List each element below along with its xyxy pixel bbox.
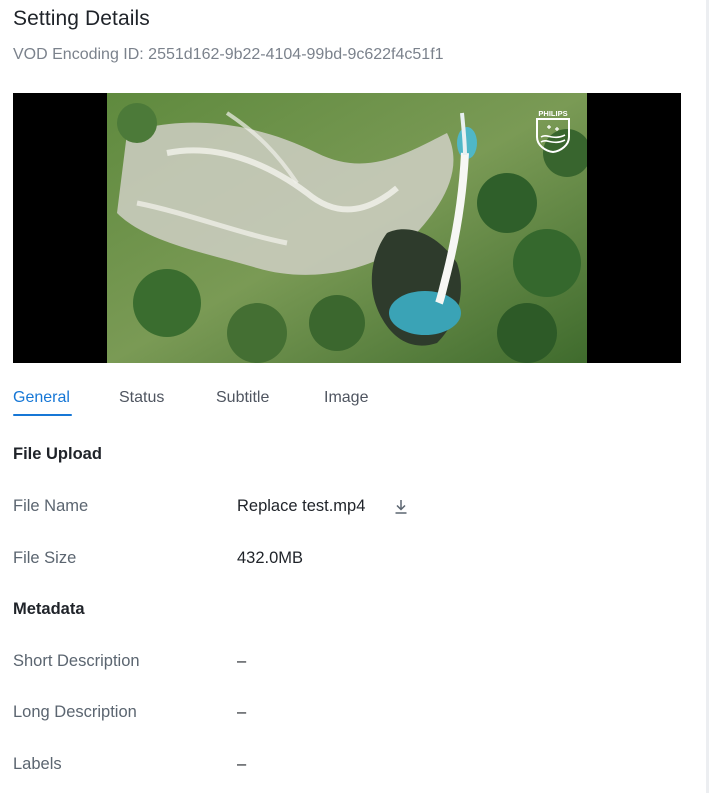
file-size-label: File Size — [13, 549, 77, 567]
detail-tabs: General Status Subtitle Image — [13, 384, 693, 418]
philips-logo: PHILIPS — [533, 107, 573, 154]
encoding-id: VOD Encoding ID: 2551d162-9b22-4104-99bd… — [13, 46, 444, 63]
labels-value: – — [237, 755, 247, 773]
page-title: Setting Details — [13, 7, 150, 30]
long-description-label: Long Description — [13, 703, 137, 721]
file-name-label: File Name — [13, 497, 89, 515]
tab-status[interactable]: Status — [119, 389, 164, 407]
active-tab-indicator — [13, 414, 72, 416]
video-player[interactable]: PHILIPS — [13, 93, 681, 363]
tab-subtitle[interactable]: Subtitle — [216, 389, 269, 407]
tab-image[interactable]: Image — [324, 389, 368, 407]
long-description-value: – — [237, 703, 247, 721]
download-icon[interactable] — [394, 499, 408, 515]
section-file-upload: File Upload — [13, 445, 102, 463]
svg-text:PHILIPS: PHILIPS — [538, 109, 567, 118]
short-description-value: – — [237, 652, 247, 670]
file-name-value: Replace test.mp4 — [237, 497, 366, 515]
setting-details-panel: Setting Details VOD Encoding ID: 2551d16… — [0, 0, 706, 793]
video-thumbnail — [107, 93, 587, 363]
file-size-value: 432.0MB — [237, 549, 304, 567]
section-metadata: Metadata — [13, 600, 85, 618]
labels-label: Labels — [13, 755, 62, 773]
tab-general[interactable]: General — [13, 389, 70, 407]
aerial-waterfall-image — [107, 93, 587, 363]
short-description-label: Short Description — [13, 652, 140, 670]
